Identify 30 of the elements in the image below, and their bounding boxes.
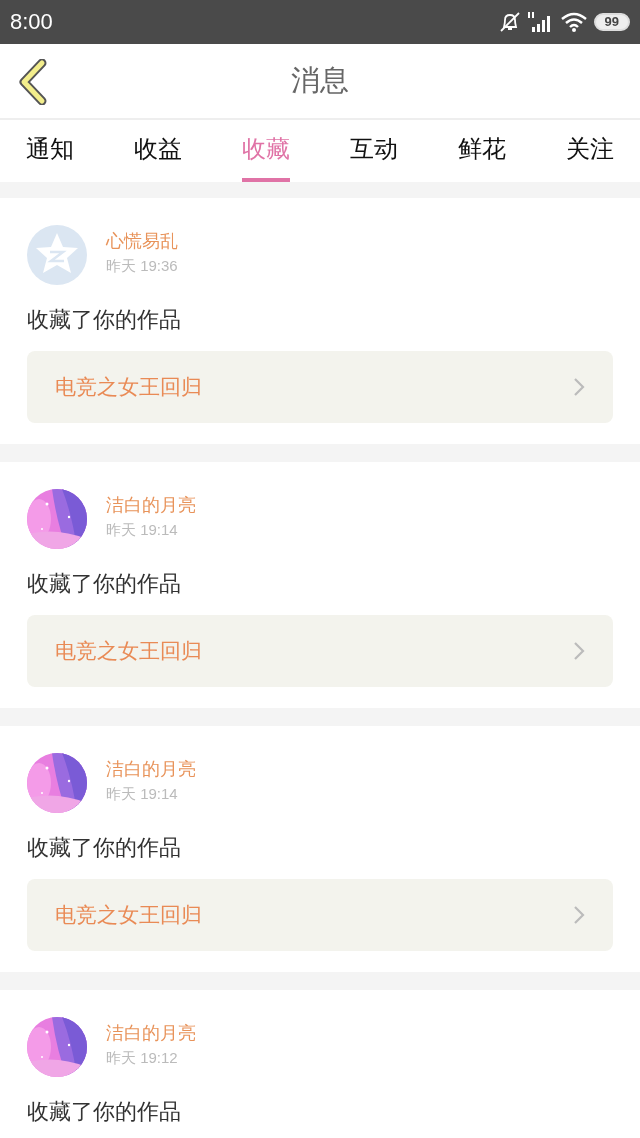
message-text: 收藏了你的作品 xyxy=(27,834,182,862)
tab[interactable]: 收益 xyxy=(134,120,182,182)
user-name[interactable]: 洁白的月亮 xyxy=(106,493,196,517)
default-avatar-icon xyxy=(27,225,87,285)
wifi-icon xyxy=(559,11,588,33)
work-link[interactable]: 电竞之女王回归 xyxy=(27,879,613,951)
clock-text: 8:00 xyxy=(10,9,53,35)
chevron-right-icon xyxy=(573,377,585,397)
message-text: 收藏了你的作品 xyxy=(27,570,182,598)
tab[interactable]: 关注 xyxy=(566,120,614,182)
tab[interactable]: 通知 xyxy=(26,120,74,182)
page-title: 消息 xyxy=(291,62,349,99)
chevron-right-icon xyxy=(573,905,585,925)
timestamp: 昨天 19:12 xyxy=(106,1049,179,1068)
timestamp: 昨天 19:36 xyxy=(106,257,178,276)
back-icon[interactable] xyxy=(18,59,48,105)
tab[interactable]: 鲜花 xyxy=(458,120,506,182)
tab[interactable]: 收藏 xyxy=(242,120,290,182)
chevron-right-icon xyxy=(573,641,585,661)
user-name[interactable]: 心慌易乱 xyxy=(106,229,178,253)
user-name[interactable]: 洁白的月亮 xyxy=(106,1021,196,1045)
user-name[interactable]: 洁白的月亮 xyxy=(106,757,196,781)
message-text: 收藏了你的作品 xyxy=(27,306,182,334)
message-text: 收藏了你的作品 xyxy=(27,1098,182,1126)
timestamp: 昨天 19:14 xyxy=(106,521,179,540)
tab[interactable]: 互动 xyxy=(350,120,398,182)
battery-indicator: 99 xyxy=(593,13,630,31)
work-link[interactable]: 电竞之女王回归 xyxy=(27,615,613,687)
timestamp: 昨天 19:14 xyxy=(106,785,179,804)
work-link[interactable]: 电竞之女王回归 xyxy=(27,351,613,423)
